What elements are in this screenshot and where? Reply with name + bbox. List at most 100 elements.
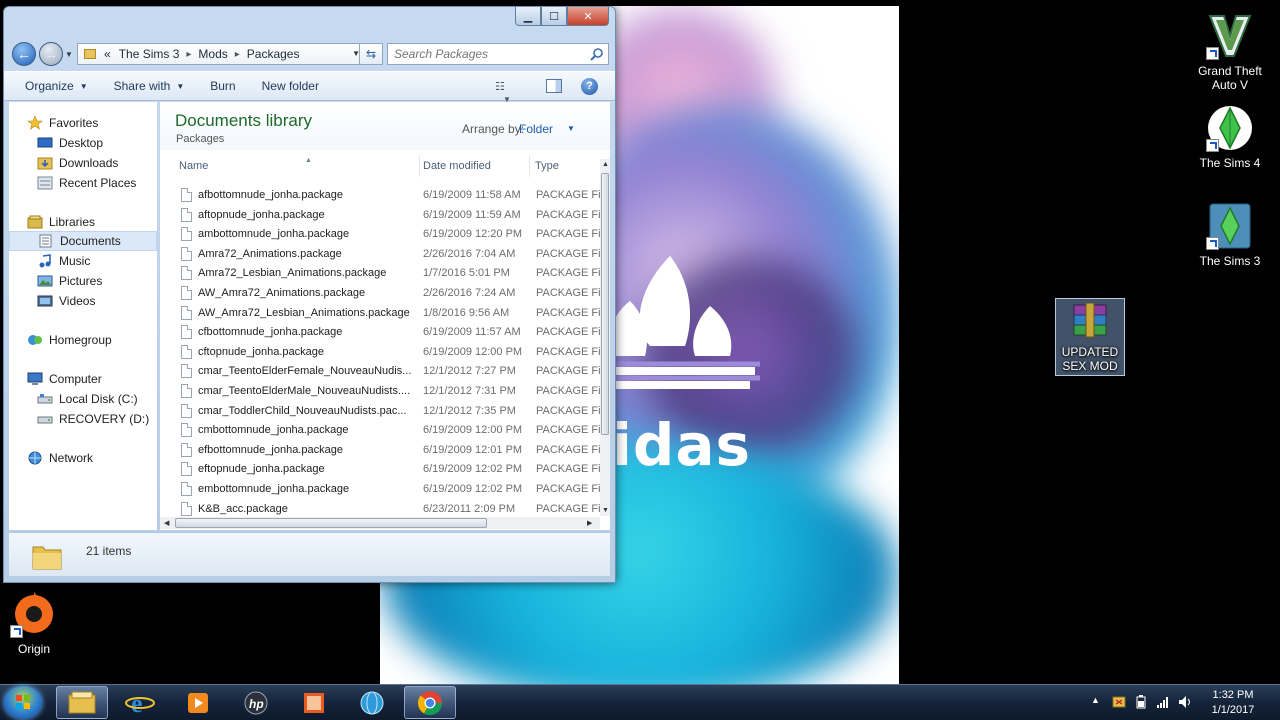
file-name: K&B_acc.package — [198, 502, 288, 515]
share-with-menu[interactable]: Share with ▼ — [114, 79, 185, 93]
show-hidden-icons-button[interactable]: ▲ — [1091, 695, 1105, 709]
file-row[interactable]: K&B_acc.package 6/23/2011 2:09 PM PACKAGE … — [160, 500, 600, 519]
back-button[interactable]: ← — [12, 42, 36, 66]
column-header-date-modified[interactable]: Date modified — [419, 155, 530, 177]
library-header: Documents library Packages Arrange by: F… — [160, 102, 610, 150]
nav-desktop[interactable]: Desktop — [9, 133, 157, 153]
maximize-button[interactable]: ☐ — [541, 7, 567, 26]
taskbar-globe-app[interactable] — [346, 686, 398, 719]
flag-icon[interactable] — [1112, 695, 1126, 709]
column-header-type[interactable]: Type — [531, 155, 600, 177]
horizontal-scrollbar[interactable]: ◀ ▶ — [160, 517, 600, 529]
nav-homegroup[interactable]: Homegroup — [9, 330, 157, 350]
breadcrumb-packages[interactable]: Packages — [247, 47, 300, 61]
file-row[interactable]: cmbottomnude_jonha.package 6/19/2009 12:0… — [160, 421, 600, 440]
nav-recent-places[interactable]: Recent Places — [9, 173, 157, 193]
nav-documents[interactable]: Documents — [9, 231, 157, 251]
scroll-left-icon[interactable]: ◀ — [164, 519, 169, 527]
file-row[interactable]: cmar_ToddlerChild_NouveauNudists.pac... 1… — [160, 402, 600, 421]
file-row[interactable]: cfbottomnude_jonha.package 6/19/2009 11:5… — [160, 323, 600, 342]
nav-local-disk[interactable]: Local Disk (C:) — [9, 389, 157, 409]
file-icon — [181, 305, 192, 320]
scroll-right-icon[interactable]: ▶ — [587, 519, 592, 527]
file-date-modified: 6/19/2009 12:01 PM — [423, 443, 523, 456]
search-input[interactable] — [394, 47, 584, 61]
nav-network[interactable]: Network — [9, 448, 157, 468]
help-button[interactable]: ? — [581, 78, 598, 95]
recent-pages-dropdown[interactable]: ▼ — [65, 50, 73, 59]
taskbar-office[interactable] — [288, 686, 340, 719]
file-row[interactable]: Amra72_Animations.package 2/26/2016 7:04 … — [160, 245, 600, 264]
new-folder-button[interactable]: New folder — [262, 79, 319, 93]
nav-computer[interactable]: Computer — [9, 369, 157, 389]
taskbar-hp-support[interactable]: hp — [230, 686, 282, 719]
forward-button[interactable]: → — [39, 42, 63, 66]
file-icon — [181, 482, 192, 496]
preview-pane-button[interactable] — [546, 79, 562, 93]
arrange-by-dropdown[interactable]: Folder — [519, 122, 553, 136]
column-header-name[interactable]: ▲ Name — [175, 155, 420, 177]
taskbar-media-player[interactable] — [172, 686, 224, 719]
nav-videos[interactable]: Videos — [9, 291, 157, 311]
arrow-left-icon: ← — [17, 46, 31, 62]
item-count: 21 items — [86, 544, 132, 558]
taskbar-internet-explorer[interactable]: e — [114, 686, 166, 719]
search-icon[interactable] — [590, 47, 604, 61]
nav-music[interactable]: Music — [9, 251, 157, 271]
file-row[interactable]: AW_Amra72_Animations.package 2/26/2016 7:… — [160, 284, 600, 303]
file-row[interactable]: AW_Amra72_Lesbian_Animations.package 1/8/… — [160, 304, 600, 323]
scroll-up-icon[interactable]: ▲ — [602, 161, 609, 168]
taskbar-chrome[interactable] — [404, 686, 456, 719]
organize-menu[interactable]: Organize ▼ — [25, 79, 88, 93]
file-row[interactable]: efbottomnude_jonha.package 6/19/2009 12:0… — [160, 441, 600, 460]
taskbar-clock[interactable]: 1:32 PM 1/1/2017 — [1202, 688, 1264, 718]
file-type: PACKAGE File — [536, 424, 600, 437]
file-row[interactable]: cmar_TeentoElderFemale_NouveauNudis... 12… — [160, 362, 600, 381]
minimize-button[interactable]: ▁ — [515, 7, 541, 26]
desktop-icon-sims4[interactable]: The Sims 4 — [1188, 104, 1272, 170]
desktop-icon-origin[interactable]: Origin — [0, 590, 76, 656]
breadcrumb-the-sims-3[interactable]: The Sims 3 — [119, 47, 180, 61]
network-signal-icon[interactable] — [1156, 695, 1170, 709]
folder-icon — [32, 546, 62, 570]
volume-icon[interactable] — [1178, 695, 1192, 709]
file-row[interactable]: cmar_TeentoElderMale_NouveauNudists.... 1… — [160, 382, 600, 401]
nav-libraries[interactable]: Libraries — [9, 212, 157, 232]
file-row[interactable]: eftopnude_jonha.package 6/19/2009 12:02 P… — [160, 460, 600, 479]
search-box[interactable] — [387, 43, 609, 65]
breadcrumb-separator-icon[interactable]: ▸ — [235, 49, 240, 60]
address-history-chevron[interactable]: « — [104, 47, 111, 61]
scroll-down-icon[interactable]: ▼ — [602, 507, 609, 514]
file-row[interactable]: Amra72_Lesbian_Animations.package 1/7/201… — [160, 264, 600, 283]
desktop-icon-sims3[interactable]: The Sims 3 — [1188, 202, 1272, 268]
breadcrumb-separator-icon[interactable]: ▸ — [186, 49, 191, 60]
change-view-button[interactable]: ☷ ▼ — [495, 80, 521, 104]
horizontal-scroll-thumb[interactable] — [175, 518, 487, 528]
vertical-scrollbar[interactable]: ▲ ▼ — [600, 159, 610, 516]
start-button[interactable] — [4, 686, 42, 719]
vertical-scroll-thumb[interactable] — [601, 173, 609, 435]
nav-label: Desktop — [59, 136, 104, 150]
address-bar[interactable]: « The Sims 3 ▸ Mods ▸ Packages ▼ — [77, 43, 365, 65]
file-row[interactable]: afbottomnude_jonha.package 6/19/2009 11:5… — [160, 186, 600, 205]
file-name: cmbottomnude_jonha.package — [198, 424, 349, 437]
battery-icon[interactable] — [1134, 695, 1148, 709]
chevron-down-icon[interactable]: ▼ — [567, 124, 575, 133]
file-row[interactable]: embottomnude_jonha.package 6/19/2009 12:0… — [160, 480, 600, 499]
desktop-icon — [37, 136, 53, 150]
taskbar-file-explorer[interactable] — [56, 686, 108, 719]
nav-pictures[interactable]: Pictures — [9, 271, 157, 291]
desktop-icon-updated-mod[interactable]: UPDATED SEX MOD — [1055, 298, 1125, 376]
close-button[interactable]: ✕ — [567, 7, 609, 26]
file-row[interactable]: aftopnude_jonha.package 6/19/2009 11:59 A… — [160, 206, 600, 225]
file-row[interactable]: ambottomnude_jonha.package 6/19/2009 12:2… — [160, 225, 600, 244]
burn-button[interactable]: Burn — [210, 79, 235, 93]
file-row[interactable]: cftopnude_jonha.package 6/19/2009 12:00 P… — [160, 343, 600, 362]
nav-downloads[interactable]: Downloads — [9, 153, 157, 173]
nav-recovery-drive[interactable]: RECOVERY (D:) — [9, 409, 157, 429]
breadcrumb-mods[interactable]: Mods — [198, 47, 227, 61]
desktop-icon-label: UPDATED SEX MOD — [1061, 345, 1119, 373]
nav-favorites[interactable]: Favorites — [9, 113, 157, 133]
refresh-button[interactable]: ⇆ — [359, 43, 383, 65]
desktop-icon-gta5[interactable]: Grand Theft Auto V — [1188, 12, 1272, 92]
